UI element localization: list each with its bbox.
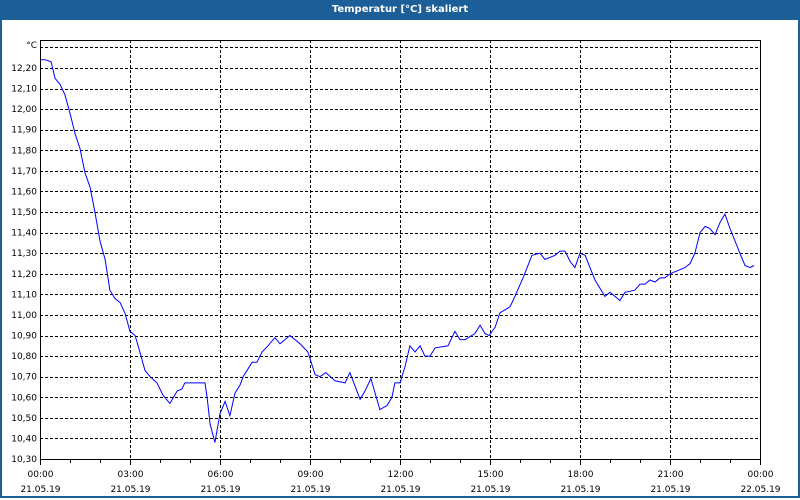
y-tick-label: 12,20 <box>11 64 37 74</box>
x-tick-time: 18:00 <box>568 470 594 480</box>
y-tick-label: 10,50 <box>11 414 37 424</box>
x-tick-time: 15:00 <box>478 470 504 480</box>
y-tick-label: 11,00 <box>11 311 37 321</box>
series-line-temperatur <box>40 59 755 443</box>
x-tick-date: 22.05.19 <box>740 485 780 495</box>
y-tick-label: 11,10 <box>11 290 37 300</box>
x-tick-time: 00:00 <box>748 470 774 480</box>
y-tick-label: 11,90 <box>11 126 37 136</box>
x-tick-time: 00:00 <box>28 470 54 480</box>
axis-labels: 10,30 10,40 10,50 10,60 10,70 10,80 10,90 11,00… <box>11 64 781 495</box>
y-tick-label: 11,60 <box>11 187 37 197</box>
y-tick-label: 11,40 <box>11 229 37 239</box>
y-tick-label: 10,70 <box>11 373 37 383</box>
y-tick-label: 11,30 <box>11 249 37 259</box>
x-tick-date: 21.05.19 <box>20 485 60 495</box>
x-tick-time: 21:00 <box>658 470 684 480</box>
y-axis-unit: °C <box>26 41 37 51</box>
x-tick-time: 09:00 <box>298 470 324 480</box>
x-tick-time: 06:00 <box>208 470 234 480</box>
x-tick-date: 21.05.19 <box>380 485 420 495</box>
y-tick-label: 10,40 <box>11 434 37 444</box>
y-tick-label: 10,60 <box>11 393 37 403</box>
temperature-chart: 10,30 10,40 10,50 10,60 10,70 10,80 10,90 11,00… <box>11 40 781 495</box>
x-tick-date: 21.05.19 <box>110 485 150 495</box>
y-tick-label: 11,50 <box>11 208 37 218</box>
x-tick-date: 21.05.19 <box>200 485 240 495</box>
y-tick-label: 12,10 <box>11 85 37 95</box>
y-tick-label: 10,90 <box>11 332 37 342</box>
x-tick-time: 03:00 <box>118 470 144 480</box>
y-tick-label: 12,00 <box>11 105 37 115</box>
y-tick-label: 11,70 <box>11 167 37 177</box>
y-tick-label: 11,20 <box>11 270 37 280</box>
y-tick-label: 10,30 <box>11 455 37 465</box>
x-tick-date: 21.05.19 <box>560 485 600 495</box>
x-tick-time: 12:00 <box>388 470 414 480</box>
y-tick-label: 11,80 <box>11 146 37 156</box>
x-tick-date: 21.05.19 <box>650 485 690 495</box>
grid <box>40 40 760 460</box>
axis-ticks <box>40 460 761 465</box>
x-tick-date: 21.05.19 <box>470 485 510 495</box>
x-tick-date: 21.05.19 <box>290 485 330 495</box>
y-tick-label: 10,80 <box>11 352 37 362</box>
